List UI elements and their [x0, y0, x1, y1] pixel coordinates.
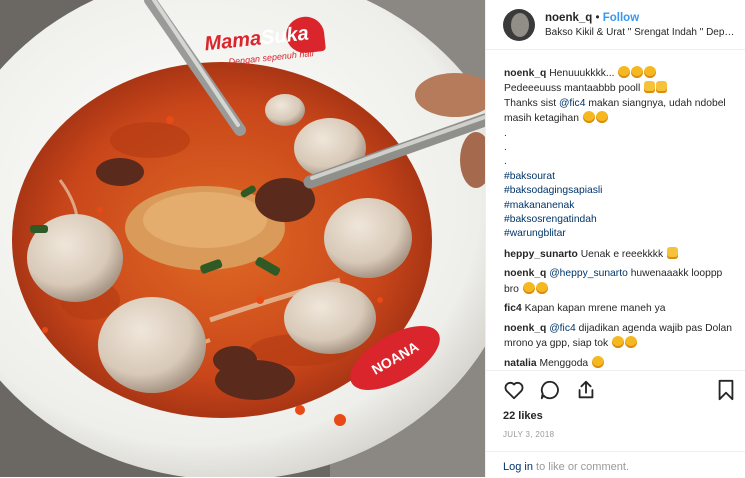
header-line: noenk_q • Follow: [545, 12, 735, 24]
thumbs-up-icon: [656, 81, 668, 94]
hashtag-link[interactable]: #baksosrengatindah: [504, 214, 597, 225]
action-bar: 22 likes JULY 3, 2018 Log in to like or …: [486, 370, 745, 477]
action-icons: [503, 379, 736, 401]
post-side-panel: noenk_q • Follow Bakso Kikil & Urat " Sr…: [485, 0, 745, 477]
emoji-icon: [592, 356, 605, 369]
mention-link[interactable]: @heppy_sunarto: [549, 268, 628, 279]
comment-username[interactable]: fic4: [504, 303, 522, 314]
caption-dot: .: [504, 127, 507, 139]
login-prompt-text: to like or comment.: [532, 461, 629, 473]
login-prompt: Log in to like or comment.: [486, 451, 745, 478]
comment-username[interactable]: noenk_q: [504, 323, 546, 334]
caption-line3a: Thanks sist: [504, 97, 557, 109]
comment-item: noenk_q @fic4 dijadikan agenda wajib pas…: [504, 322, 736, 352]
caption-dot: .: [504, 142, 507, 154]
emoji-icon: [612, 335, 625, 348]
comment-text: Menggoda: [539, 358, 589, 370]
emoji-icon: [582, 111, 595, 124]
hashtag-link[interactable]: #warungblitar: [504, 228, 566, 239]
post-header: noenk_q • Follow Bakso Kikil & Urat " Sr…: [486, 0, 745, 50]
heart-icon[interactable]: [503, 379, 525, 401]
comment-username[interactable]: natalia: [504, 358, 537, 369]
mention-link[interactable]: @fic4: [559, 98, 585, 109]
share-icon[interactable]: [575, 379, 597, 401]
location-link[interactable]: Bakso Kikil & Urat " Srengat Indah " Dep…: [545, 27, 735, 38]
likes-count[interactable]: 22 likes: [503, 410, 736, 422]
comment-icon[interactable]: [539, 379, 561, 401]
emoji-icon: [644, 66, 657, 78]
hashtag-link[interactable]: #baksourat: [504, 171, 555, 182]
emoji-icon: [625, 335, 638, 348]
emoji-icon: [618, 66, 631, 78]
comment-item: natalia Menggoda: [504, 356, 736, 370]
comment-username[interactable]: noenk_q: [504, 268, 546, 279]
hashtag-link[interactable]: #makananenak: [504, 200, 574, 211]
emoji-icon: [535, 281, 548, 294]
separator-dot: •: [595, 11, 600, 24]
comment-item: heppy_sunarto Uenak e reeekkkk: [504, 246, 736, 262]
caption-username[interactable]: noenk_q: [504, 68, 546, 79]
avatar[interactable]: [503, 8, 535, 41]
caption: noenk_q Henuuukkkk... Pedeeeuuss mantaab…: [504, 66, 736, 242]
comment-text: Uenak e reeekkkk: [580, 248, 664, 260]
comment-username[interactable]: heppy_sunarto: [504, 249, 578, 260]
mention-link[interactable]: @fic4: [549, 323, 575, 334]
caption-dot: .: [504, 156, 507, 168]
thumbs-up-icon: [666, 246, 678, 259]
emoji-icon: [522, 281, 535, 294]
comment-text: Kapan kapan mrene maneh ya: [524, 303, 666, 315]
caption-line1: Henuuukkkk...: [549, 68, 615, 79]
header-text: noenk_q • Follow Bakso Kikil & Urat " Sr…: [545, 12, 735, 38]
emoji-icon: [595, 111, 608, 124]
post-date: JULY 3, 2018: [503, 430, 555, 439]
comments-list: noenk_q Henuuukkkk... Pedeeeuuss mantaab…: [486, 52, 745, 370]
follow-button[interactable]: Follow: [603, 12, 639, 24]
post-photo: MamaSuka Dengan sepenuh hati NOANA: [0, 0, 485, 477]
thumbs-up-icon: [644, 81, 656, 94]
header-username[interactable]: noenk_q: [545, 12, 592, 24]
caption-line2: Pedeeeuuss mantaabbb pooll: [504, 83, 641, 95]
comment-item: fic4 Kapan kapan mrene maneh ya: [504, 302, 736, 316]
comment-item: noenk_q @heppy_sunarto huwenaaakk looppp…: [504, 267, 736, 297]
hashtag-link[interactable]: #baksodagingsapiasli: [504, 185, 602, 196]
emoji-icon: [631, 66, 644, 78]
bookmark-icon[interactable]: [716, 379, 736, 401]
login-link[interactable]: Log in: [503, 461, 533, 473]
